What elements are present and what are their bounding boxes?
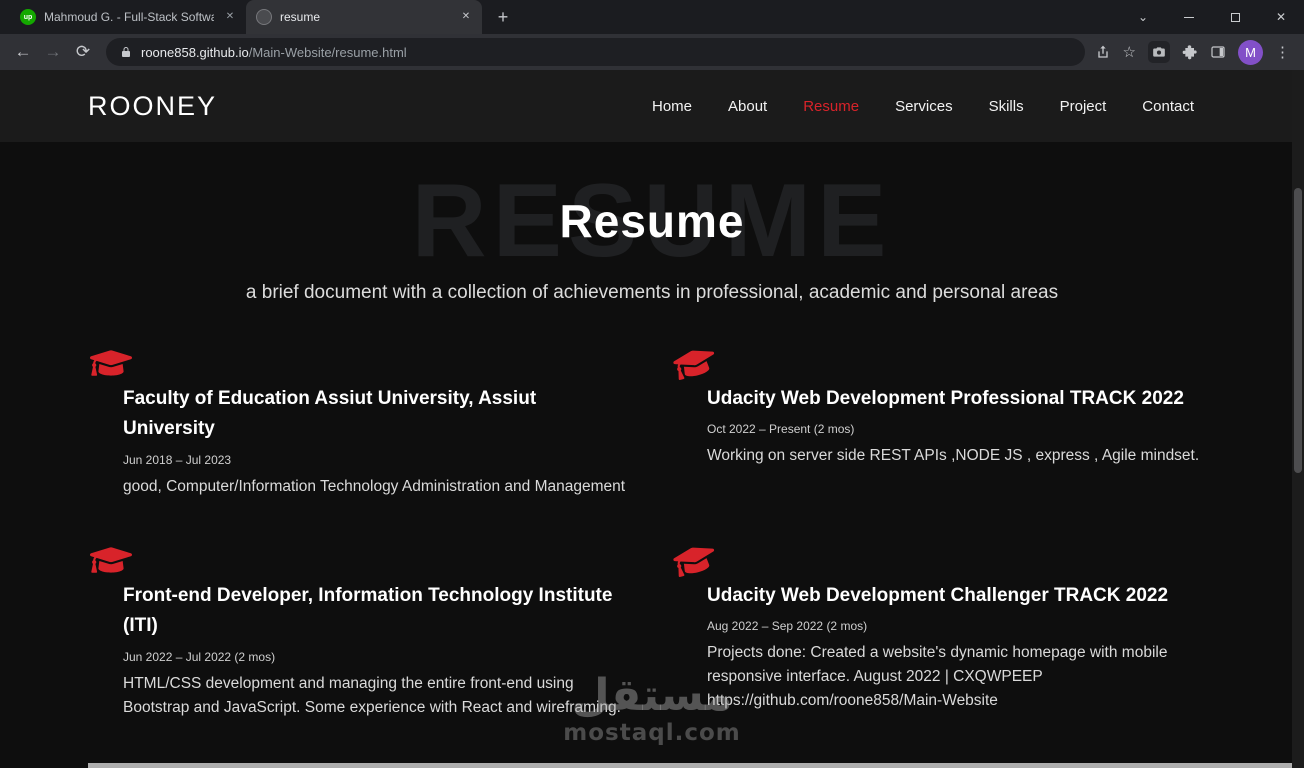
address-bar[interactable]: roone858.github.io/Main-Website/resume.h…	[106, 38, 1085, 66]
graduation-cap-icon	[673, 346, 716, 380]
tab-title: Mahmoud G. - Full-Stack Softwar	[44, 10, 214, 24]
browser-menu-kebab-icon[interactable]: ⋮	[1275, 43, 1290, 61]
nav-project[interactable]: Project	[1060, 98, 1107, 115]
resume-item-title: Front-end Developer, Information Technol…	[123, 584, 613, 637]
nav-contact[interactable]: Contact	[1142, 98, 1194, 115]
resume-item-education: Faculty of Education Assiut University, …	[88, 346, 628, 499]
new-tab-button[interactable]: +	[490, 4, 516, 30]
nav-home[interactable]: Home	[652, 98, 692, 115]
resume-item-description: good, Computer/Information Technology Ad…	[123, 477, 626, 495]
window-maximize-button[interactable]	[1212, 0, 1258, 34]
resume-item-description: Projects done: Created a website's dynam…	[707, 644, 1168, 710]
scrollbar-thumb[interactable]	[1294, 188, 1302, 473]
tab-resume[interactable]: resume ✕	[246, 0, 482, 34]
graduation-cap-icon	[90, 346, 132, 380]
upwork-favicon-icon: up	[20, 9, 36, 25]
hero-subtitle: a brief document with a collection of ac…	[245, 282, 1059, 303]
back-button[interactable]: ←	[8, 37, 38, 67]
resume-item-iti: Front-end Developer, Information Technol…	[88, 543, 628, 720]
resume-item-date: Jun 2022 – Jul 2022 (2 mos)	[123, 649, 276, 664]
forward-button[interactable]: →	[38, 37, 68, 67]
page-viewport: ROONEY Home About Resume Services Skills…	[0, 70, 1304, 768]
share-icon[interactable]	[1095, 44, 1111, 60]
hero-section: RESUME Resume a brief document with a co…	[0, 142, 1304, 304]
graduation-cap-icon	[90, 543, 132, 577]
resume-item-description: HTML/CSS development and managing the en…	[123, 674, 621, 716]
nav-resume[interactable]: Resume	[803, 98, 859, 115]
side-panel-icon[interactable]	[1210, 44, 1226, 60]
hero-title-wrap: RESUME Resume	[0, 163, 1304, 279]
minimize-icon	[1184, 16, 1194, 18]
tab-search-chevron-icon[interactable]: ⌄	[1120, 0, 1166, 34]
nav-about[interactable]: About	[728, 98, 767, 115]
site-header: ROONEY Home About Resume Services Skills…	[0, 70, 1304, 142]
url-text: roone858.github.io/Main-Website/resume.h…	[141, 45, 407, 60]
graduation-cap-icon	[673, 543, 716, 577]
window-minimize-button[interactable]	[1166, 0, 1212, 34]
extensions-puzzle-icon[interactable]	[1182, 44, 1198, 60]
resume-grid: Faculty of Education Assiut University, …	[0, 346, 1304, 720]
camera-extension-icon[interactable]	[1148, 41, 1170, 63]
nav-services[interactable]: Services	[895, 98, 953, 115]
tab-strip: up Mahmoud G. - Full-Stack Softwar ✕ res…	[0, 0, 516, 34]
watermark-latin-text: mostaql.com	[563, 720, 741, 747]
browser-toolbar: ← → ⟳ roone858.github.io/Main-Website/re…	[0, 34, 1304, 70]
tab-title: resume	[280, 10, 321, 24]
maximize-icon	[1230, 12, 1240, 22]
resume-item-title: Udacity Web Development Challenger TRACK…	[707, 584, 1169, 606]
tab-close-icon[interactable]: ✕	[222, 9, 238, 25]
profile-avatar[interactable]: M	[1238, 39, 1263, 65]
url-path: /Main-Website/resume.html	[248, 44, 407, 60]
toolbar-actions: ☆ M ⋮	[1093, 39, 1296, 65]
url-host: roone858.github.io	[141, 44, 249, 60]
site-logo[interactable]: ROONEY	[88, 91, 217, 122]
window-controls: ⌄ ✕	[1120, 0, 1304, 34]
resume-item-title: Udacity Web Development Professional TRA…	[707, 388, 1184, 409]
next-section-edge	[88, 763, 1292, 768]
resume-item-date: Aug 2022 – Sep 2022 (2 mos)	[707, 619, 868, 634]
resume-item-udacity-professional: Udacity Web Development Professional TRA…	[672, 346, 1212, 499]
nav-skills[interactable]: Skills	[989, 98, 1024, 115]
resume-item-title: Faculty of Education Assiut University, …	[123, 388, 537, 440]
site-nav: Home About Resume Services Skills Projec…	[652, 98, 1194, 115]
bookmark-star-icon[interactable]: ☆	[1123, 43, 1136, 61]
page-title: Resume	[559, 195, 745, 247]
resume-favicon-icon	[256, 9, 272, 25]
browser-titlebar: up Mahmoud G. - Full-Stack Softwar ✕ res…	[0, 0, 1304, 34]
tab-close-icon[interactable]: ✕	[458, 9, 474, 25]
lock-icon	[120, 46, 132, 58]
resume-item-date: Jun 2018 – Jul 2023	[123, 452, 232, 467]
page-scrollbar[interactable]	[1292, 70, 1304, 768]
resume-item-description: Working on server side REST APIs ,NODE J…	[707, 447, 1200, 465]
window-close-button[interactable]: ✕	[1258, 0, 1304, 34]
tab-upwork[interactable]: up Mahmoud G. - Full-Stack Softwar ✕	[10, 0, 246, 34]
reload-button[interactable]: ⟳	[68, 37, 98, 67]
resume-item-udacity-challenger: Udacity Web Development Challenger TRACK…	[672, 543, 1212, 720]
resume-item-date: Oct 2022 – Present (2 mos)	[707, 422, 855, 437]
